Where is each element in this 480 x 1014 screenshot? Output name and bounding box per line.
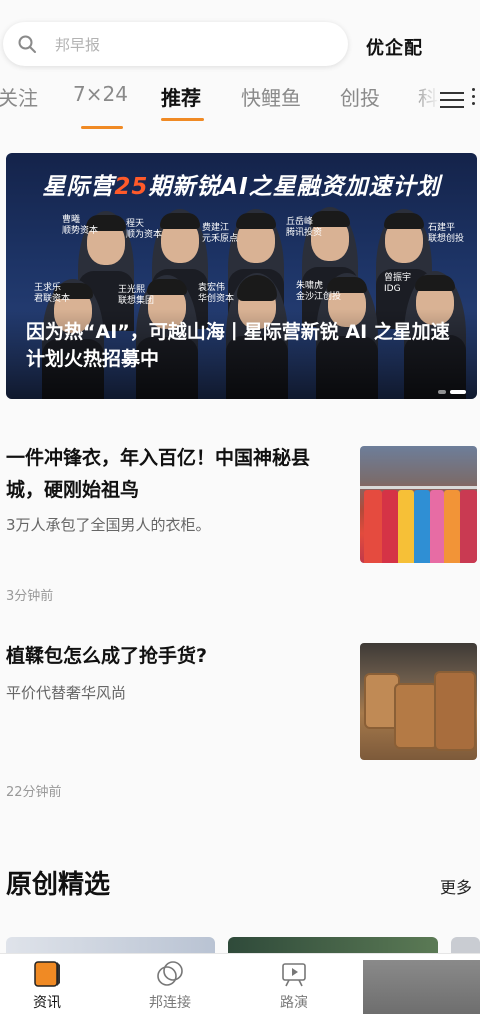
- article-title[interactable]: 一件冲锋衣，年入百亿！中国神秘县城，硬刚始祖鸟: [6, 442, 341, 506]
- roadshow-icon: [282, 963, 306, 987]
- person-name-tag: 朱啸虎 金沙江创投: [296, 281, 342, 302]
- more-dots-icon[interactable]: [472, 88, 475, 109]
- article-thumbnail[interactable]: [360, 643, 477, 760]
- search-placeholder: 邦早报: [55, 36, 101, 54]
- menu-icon[interactable]: [440, 92, 464, 108]
- featured-card[interactable]: [451, 937, 480, 953]
- banner-title: 星际营25期新锐AI之星融资加速计划: [42, 174, 441, 200]
- search-bar[interactable]: 邦早报: [3, 22, 348, 66]
- nav-item-connect[interactable]: 邦连接: [125, 954, 215, 1014]
- article-summary: 3万人承包了全国男人的衣柜。: [6, 516, 211, 534]
- connect-icon: [157, 961, 183, 986]
- person-name-tag: 石建平 联想创投: [428, 223, 465, 244]
- person-name-tag: 袁宏伟 华创资本: [198, 283, 235, 304]
- section-more-link[interactable]: 更多: [440, 874, 472, 898]
- tab-follow[interactable]: 关注: [0, 82, 38, 111]
- article-title[interactable]: 植鞣包怎么成了抢手货?: [6, 640, 341, 672]
- person-name-tag: 曾振宇 IDG: [384, 273, 412, 294]
- article-summary: 平价代替奢华风尚: [6, 684, 127, 702]
- tab-venture[interactable]: 创投: [340, 82, 380, 111]
- article-thumbnail[interactable]: [360, 446, 477, 563]
- featured-card[interactable]: [6, 937, 215, 953]
- person-name-tag: 王光熙 联想集团: [118, 285, 155, 306]
- article-time: 3分钟前: [6, 589, 54, 604]
- person-name-tag: 费建江 元禾原点: [202, 223, 239, 244]
- banner-caption: 因为热“AI”，可越山海丨星际营新锐 AI 之星加速计划火热招募中: [26, 321, 450, 370]
- article-card[interactable]: 植鞣包怎么成了抢手货? 平价代替奢华风尚 22分钟前: [0, 638, 480, 808]
- category-tabs: 关注 7×24 推荐 快鲤鱼 创投 科: [0, 78, 480, 130]
- overlay-thumbnail: [363, 960, 480, 1014]
- person-name-tag: 王求乐 君联资本: [34, 283, 71, 304]
- person-name-tag: 程天 顺为资本: [126, 219, 163, 240]
- promo-banner[interactable]: 星际营25期新锐AI之星融资加速计划 曹曦 顺势资本 程天 顺为资本 费建江 元禾原点…: [6, 153, 477, 399]
- news-icon: [34, 961, 60, 987]
- nav-item-roadshow[interactable]: 路演: [249, 954, 339, 1014]
- tab-koi[interactable]: 快鲤鱼: [241, 82, 301, 111]
- active-tab-indicator: [161, 118, 204, 121]
- nav-label: 邦连接: [149, 995, 191, 1011]
- person-name-tag: 曹曦 顺势资本: [62, 215, 99, 236]
- tab-underline-secondary: [81, 126, 123, 129]
- tab-recommend[interactable]: 推荐: [161, 82, 201, 111]
- section-title: 原创精选: [6, 870, 111, 900]
- article-card[interactable]: 一件冲锋衣，年入百亿！中国神秘县城，硬刚始祖鸟 3万人承包了全国男人的衣柜。 3…: [0, 440, 480, 610]
- tabs-fade: [410, 78, 440, 118]
- carousel-dots[interactable]: [434, 381, 466, 399]
- person-name-tag: 丘岳峰 腾讯投资: [286, 217, 323, 238]
- nav-label: 资讯: [33, 995, 61, 1011]
- search-icon: [18, 35, 36, 53]
- nav-item-news[interactable]: 资讯: [2, 954, 92, 1014]
- tab-7x24[interactable]: 7×24: [73, 82, 128, 106]
- brand-link[interactable]: 优企配: [366, 34, 423, 60]
- top-bar: 邦早报 优企配: [0, 0, 480, 70]
- nav-label: 路演: [280, 995, 308, 1011]
- featured-card[interactable]: [228, 937, 438, 953]
- article-time: 22分钟前: [6, 785, 62, 800]
